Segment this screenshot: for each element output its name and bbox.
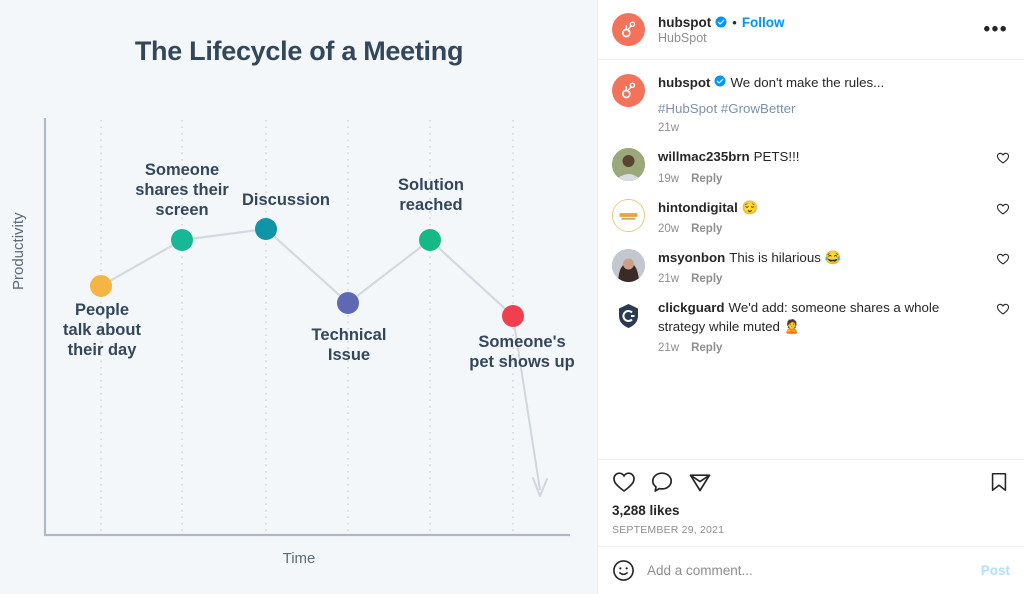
caption-username[interactable]: hubspot bbox=[658, 75, 710, 90]
post-date: SEPTEMBER 29, 2021 bbox=[612, 524, 725, 536]
chart-point-label-5: Someone's pet shows up bbox=[469, 333, 575, 372]
post-header: hubspot • Follow HubSpot ••• bbox=[598, 0, 1024, 60]
comment-text-row: clickguard We'd add: someone shares a who… bbox=[658, 299, 988, 336]
hubspot-sprocket-icon bbox=[621, 82, 636, 99]
comment-body: clickguard We'd add: someone shares a who… bbox=[658, 299, 988, 354]
share-paper-plane-icon[interactable] bbox=[688, 470, 712, 494]
action-icons-row bbox=[612, 470, 1010, 494]
comment-meta: 19w Reply bbox=[658, 173, 988, 185]
caption-body: hubspot We don't make the rules... #HubSp… bbox=[658, 74, 1010, 134]
comment-time: 21w bbox=[658, 342, 680, 355]
avatar-commenter-3[interactable] bbox=[612, 299, 645, 333]
comment-body: willmac235brn PETS!!! 19w Reply bbox=[658, 148, 988, 184]
comment-text: 😌 bbox=[741, 199, 759, 215]
comment-time: 21w bbox=[658, 273, 680, 286]
comment-meta: 21w Reply bbox=[658, 342, 988, 354]
chart-y-axis-label: Productivity bbox=[10, 212, 27, 290]
post-caption: hubspot We don't make the rules... #HubSp… bbox=[598, 60, 1024, 134]
comment-meta: 20w Reply bbox=[658, 223, 988, 235]
header-display-name: HubSpot bbox=[658, 30, 707, 45]
like-comment-heart-icon[interactable] bbox=[996, 302, 1010, 316]
like-comment-heart-icon[interactable] bbox=[996, 151, 1010, 165]
more-options-button[interactable]: ••• bbox=[982, 20, 1010, 39]
comment-time: 20w bbox=[658, 223, 680, 236]
comment-text: PETS!!! bbox=[753, 149, 800, 165]
caption-text: We don't make the rules... bbox=[730, 75, 885, 90]
comment-text: This is hilarious 😂 bbox=[729, 250, 842, 266]
caption-time: 21w bbox=[658, 122, 680, 135]
avatar-commenter-1[interactable] bbox=[612, 198, 645, 232]
comments-scroll-area[interactable]: hubspot We don't make the rules... #HubSp… bbox=[598, 60, 1024, 459]
comment-meta: 21w Reply bbox=[658, 273, 988, 285]
brand-logo-icon bbox=[613, 199, 644, 231]
data-point-2 bbox=[255, 218, 277, 240]
verified-badge-icon bbox=[714, 75, 726, 87]
likes-count[interactable]: 3,288 likes bbox=[612, 503, 1010, 518]
comment-text-row: hintondigital 😌 bbox=[658, 199, 988, 217]
data-point-1 bbox=[171, 229, 193, 251]
caption-meta: 21w bbox=[658, 122, 1010, 134]
chart-point-label-4: Solution reached bbox=[398, 176, 464, 215]
chart-x-axis-label: Time bbox=[282, 550, 316, 567]
chart-point-label-0: People talk about their day bbox=[63, 301, 141, 360]
like-comment-heart-icon[interactable] bbox=[996, 252, 1010, 266]
data-point-3 bbox=[337, 292, 359, 314]
comment-reply-button[interactable]: Reply bbox=[691, 342, 722, 354]
instagram-side-panel: hubspot • Follow HubSpot ••• hubspot We … bbox=[598, 0, 1024, 594]
comment-text-row: msyonbon This is hilarious 😂 bbox=[658, 249, 988, 267]
shield-logo-icon bbox=[612, 299, 645, 333]
comment-reply-button[interactable]: Reply bbox=[691, 273, 722, 285]
avatar-commenter-0[interactable] bbox=[612, 148, 645, 182]
post-comment-button[interactable]: Post bbox=[981, 563, 1010, 578]
lifecycle-line-chart bbox=[43, 118, 570, 537]
person-photo-icon bbox=[612, 148, 645, 182]
avatar-commenter-2[interactable] bbox=[612, 249, 645, 283]
list-item: hintondigital 😌 20w Reply bbox=[598, 185, 1024, 235]
data-point-4 bbox=[419, 229, 441, 251]
caption-text-row: hubspot We don't make the rules... bbox=[658, 74, 1010, 92]
follow-button[interactable]: Follow bbox=[742, 15, 785, 30]
avatar-hubspot-header[interactable] bbox=[612, 13, 645, 46]
comment-username[interactable]: clickguard bbox=[658, 300, 725, 315]
post-media-chart[interactable]: The Lifecycle of a Meeting People talk a… bbox=[0, 0, 598, 594]
list-item: willmac235brn PETS!!! 19w Reply bbox=[598, 134, 1024, 185]
chart-point-label-3: Technical Issue bbox=[311, 326, 387, 365]
list-item: clickguard We'd add: someone shares a who… bbox=[598, 285, 1024, 354]
header-username[interactable]: hubspot bbox=[658, 15, 711, 30]
data-point-5 bbox=[502, 305, 524, 327]
verified-badge-icon bbox=[715, 16, 727, 28]
add-comment-bar: Post bbox=[598, 546, 1024, 594]
avatar-hubspot-caption[interactable] bbox=[612, 74, 645, 107]
person-photo-icon bbox=[612, 249, 645, 283]
header-username-row: hubspot • Follow bbox=[658, 15, 982, 30]
header-separator: • bbox=[732, 14, 737, 30]
comment-time: 19w bbox=[658, 172, 680, 185]
list-item: msyonbon This is hilarious 😂 21w Reply bbox=[598, 235, 1024, 285]
instagram-post-view: The Lifecycle of a Meeting People talk a… bbox=[0, 0, 1024, 594]
comment-bubble-icon[interactable] bbox=[650, 470, 674, 494]
comment-reply-button[interactable]: Reply bbox=[691, 223, 722, 235]
chart-point-label-2: Discussion bbox=[241, 191, 331, 209]
header-text-block: hubspot • Follow HubSpot bbox=[658, 15, 982, 45]
comment-username[interactable]: msyonbon bbox=[658, 250, 725, 265]
comment-text-row: willmac235brn PETS!!! bbox=[658, 148, 988, 166]
bookmark-icon[interactable] bbox=[988, 471, 1010, 493]
emoji-smiley-icon[interactable] bbox=[612, 559, 635, 582]
data-point-0 bbox=[90, 275, 112, 297]
comment-body: hintondigital 😌 20w Reply bbox=[658, 199, 988, 235]
comment-reply-button[interactable]: Reply bbox=[691, 173, 722, 185]
comment-username[interactable]: willmac235brn bbox=[658, 149, 750, 164]
hubspot-sprocket-icon bbox=[621, 21, 636, 38]
caption-hashtags[interactable]: #HubSpot #GrowBetter bbox=[658, 101, 1010, 116]
comment-body: msyonbon This is hilarious 😂 21w Reply bbox=[658, 249, 988, 285]
comment-username[interactable]: hintondigital bbox=[658, 200, 738, 215]
like-comment-heart-icon[interactable] bbox=[996, 202, 1010, 216]
heart-icon[interactable] bbox=[612, 470, 636, 494]
post-actions-bar: 3,288 likes SEPTEMBER 29, 2021 bbox=[598, 459, 1024, 546]
add-comment-input[interactable] bbox=[647, 563, 981, 578]
